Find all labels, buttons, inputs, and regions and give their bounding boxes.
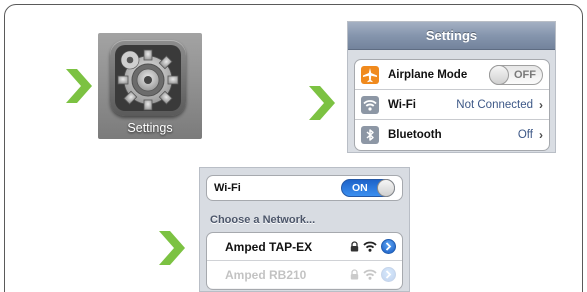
settings-app-label: Settings [127,121,173,135]
bluetooth-label: Bluetooth [388,129,442,141]
wifi-networks-screen: Wi-Fi ON Choose a Network... Amped TAP-E… [199,167,410,292]
settings-row-wifi[interactable]: Wi-Fi Not Connected › [355,90,549,120]
green-chevron-icon [66,69,92,103]
chevron-right-icon: › [539,97,543,112]
airplane-mode-label: Airplane Mode [388,68,468,81]
settings-row-airplane-mode[interactable]: Airplane Mode OFF [355,60,549,90]
wifi-signal-icon [363,241,377,252]
wifi-toggle[interactable]: ON [341,179,395,197]
wifi-label: Wi-Fi [388,98,416,111]
toggle-knob [377,179,395,197]
wifi-icon [361,95,379,114]
network-info-button[interactable] [381,239,396,254]
green-chevron-icon [159,231,185,265]
settings-nav-title: Settings [348,22,555,50]
network-name: Amped RB210 [225,267,307,282]
toggle-state-label: ON [352,182,368,194]
toggle-knob [489,64,509,85]
bluetooth-icon [361,126,379,144]
network-info-button[interactable] [381,267,396,282]
settings-gear-icon[interactable] [110,40,186,116]
wifi-label: Wi-Fi [214,182,241,194]
wifi-status-value: Not Connected [456,98,533,111]
green-chevron-icon [309,86,335,120]
airplane-mode-toggle[interactable]: OFF [489,64,543,85]
lock-icon [350,269,359,280]
settings-group: Airplane Mode OFF Wi-Fi Not Connected › … [354,59,550,151]
chevron-right-icon: › [539,128,543,142]
settings-row-bluetooth[interactable]: Bluetooth Off › [355,120,549,150]
network-row[interactable]: Amped RB210 [207,261,402,289]
settings-screen: Settings Airplane Mode OFF Wi-Fi Not Con… [347,21,556,153]
network-list: Amped TAP-EX Amped RB210 [206,232,403,290]
bluetooth-status-value: Off [517,129,533,141]
chevron-right-icon [385,270,392,279]
toggle-state-label: OFF [514,68,536,81]
wifi-toggle-row[interactable]: Wi-Fi ON [206,175,403,201]
airplane-icon [361,65,379,84]
settings-app-tile[interactable]: Settings [98,33,202,139]
chevron-right-icon [385,242,392,251]
choose-network-header: Choose a Network... [210,214,316,226]
lock-icon [350,241,359,252]
network-row[interactable]: Amped TAP-EX [207,233,402,261]
wifi-signal-icon [363,269,377,280]
network-name: Amped TAP-EX [225,239,313,254]
